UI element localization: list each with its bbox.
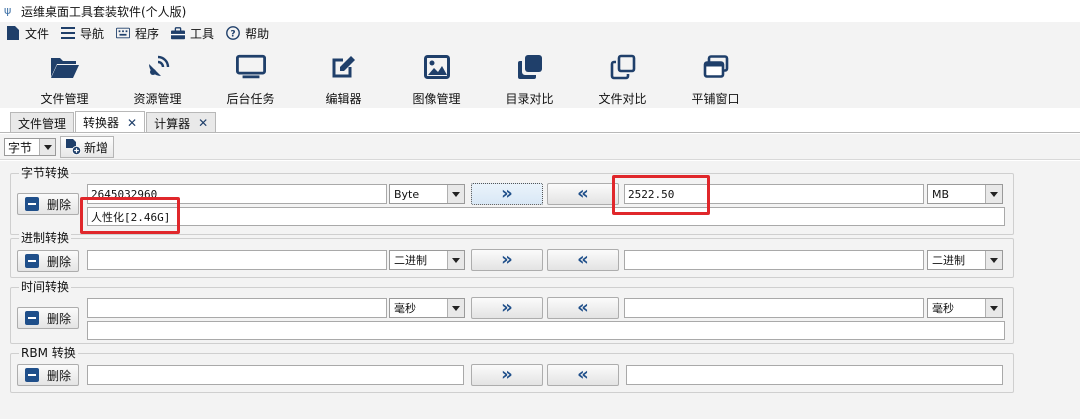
tab-converter[interactable]: 转换器 ✕ (75, 111, 146, 133)
radix-conversion-group: 进制转换 删除 二进制 » « 二进制 (10, 231, 1014, 278)
chevron-down-icon[interactable] (39, 139, 55, 155)
tab-strip: 文件管理 转换器 ✕ 计算器 ✕ (10, 111, 217, 133)
minus-icon (25, 254, 39, 268)
copy-icon (608, 52, 638, 82)
chevron-down-icon[interactable] (447, 185, 464, 203)
convert-forward-button[interactable]: » (471, 297, 543, 319)
hamburger-icon (61, 26, 76, 40)
converter-toolbar: 字节 新增 (0, 134, 1080, 160)
close-icon[interactable]: ✕ (198, 116, 208, 130)
toolbar-editor[interactable]: 编辑器 (297, 44, 390, 107)
toolbar-file-compare[interactable]: 文件对比 (576, 44, 669, 107)
radix-left-unit-select[interactable]: 二进制 (389, 250, 465, 270)
window-title: 运维桌面工具套装软件(个人版) (21, 4, 187, 19)
monitor-icon (235, 52, 266, 82)
toolbar-resource-manager[interactable]: 资源管理 (111, 44, 204, 107)
tab-file-manager[interactable]: 文件管理 (10, 112, 75, 133)
minus-icon (25, 311, 39, 325)
rbm-right-input[interactable] (626, 365, 1003, 385)
group-title: RBM 转换 (19, 346, 78, 360)
chevron-down-icon[interactable] (447, 251, 464, 269)
time-right-unit-select[interactable]: 毫秒 (927, 298, 1003, 318)
delete-button[interactable]: 删除 (17, 193, 79, 215)
radix-right-input[interactable] (624, 250, 924, 270)
convert-forward-button[interactable]: » (471, 183, 543, 205)
byte-right-unit-select[interactable]: MB (927, 184, 1003, 204)
chevron-down-icon[interactable] (985, 251, 1002, 269)
clone-icon (515, 52, 545, 82)
group-title: 字节转换 (19, 166, 72, 180)
radix-left-input[interactable] (87, 250, 387, 270)
toolbar-directory-compare[interactable]: 目录对比 (483, 44, 576, 107)
menu-tools[interactable]: 工具 (171, 25, 214, 42)
keyboard-icon (116, 26, 131, 40)
tab-divider (0, 132, 1080, 133)
chevron-down-icon[interactable] (985, 185, 1002, 203)
convert-forward-button[interactable]: » (471, 249, 543, 271)
rbm-left-input[interactable] (87, 365, 464, 385)
menu-navigate[interactable]: 导航 (61, 25, 104, 42)
convert-forward-button[interactable]: » (471, 364, 543, 386)
file-icon (6, 26, 20, 40)
time-left-unit-select[interactable]: 毫秒 (389, 298, 465, 318)
minus-icon (25, 197, 39, 211)
add-button[interactable]: 新增 (60, 136, 114, 158)
chevron-down-icon[interactable] (985, 299, 1002, 317)
time-conversion-group: 时间转换 删除 毫秒 » « 毫秒 (10, 280, 1014, 344)
convert-backward-button[interactable]: « (547, 249, 619, 271)
menu-file[interactable]: 文件 (6, 25, 49, 42)
radix-right-unit-select[interactable]: 二进制 (927, 250, 1003, 270)
convert-backward-button[interactable]: « (547, 297, 619, 319)
toolbar-file-manager[interactable]: 文件管理 (18, 44, 111, 107)
svg-text:?: ? (230, 30, 235, 40)
toolbar-tile-windows[interactable]: 平铺窗口 (669, 44, 762, 107)
group-title: 进制转换 (19, 231, 72, 245)
byte-result-field: 人性化[2.46G] (87, 207, 1005, 226)
byte-left-unit-select[interactable]: Byte (389, 184, 465, 204)
edit-icon (329, 52, 359, 82)
title-bar: ψ 运维桌面工具套装软件(个人版) (0, 0, 1080, 22)
toolbar-background-tasks[interactable]: 后台任务 (204, 44, 297, 107)
rbm-conversion-group: RBM 转换 删除 » « (10, 346, 1014, 393)
mb-value-highlight-box (612, 175, 710, 215)
convert-backward-button[interactable]: « (547, 364, 619, 386)
delete-button[interactable]: 删除 (17, 307, 79, 329)
main-toolbar: 文件管理 资源管理 后台任务 编辑器 图像管理 目录对比 文件对比 平铺窗口 (0, 44, 1080, 108)
group-title: 时间转换 (19, 280, 72, 294)
help-icon: ? (226, 26, 240, 40)
app-icon: ψ (4, 4, 12, 17)
delete-button[interactable]: 删除 (17, 364, 79, 386)
time-left-input[interactable] (87, 298, 387, 318)
close-icon[interactable]: ✕ (127, 116, 137, 130)
toolbar-image-manager[interactable]: 图像管理 (390, 44, 483, 107)
menu-help[interactable]: ? 帮助 (226, 25, 269, 42)
windows-icon (701, 52, 731, 82)
delete-button[interactable]: 删除 (17, 250, 79, 272)
chevron-down-icon[interactable] (447, 299, 464, 317)
toolbox-icon (171, 26, 186, 40)
folder-open-icon (50, 52, 80, 82)
convert-backward-button[interactable]: « (547, 183, 619, 205)
add-file-icon (65, 139, 82, 156)
converter-type-select[interactable]: 字节 (4, 138, 56, 156)
image-icon (422, 52, 452, 82)
menu-program[interactable]: 程序 (116, 25, 159, 42)
time-result-field (87, 321, 1005, 340)
menu-bar: 文件 导航 程序 工具 ? 帮助 (0, 22, 1080, 44)
time-right-input[interactable] (624, 298, 924, 318)
tab-calculator[interactable]: 计算器 ✕ (146, 112, 217, 133)
result-highlight-box (80, 197, 180, 234)
minus-icon (25, 368, 39, 382)
satellite-icon (143, 52, 173, 82)
